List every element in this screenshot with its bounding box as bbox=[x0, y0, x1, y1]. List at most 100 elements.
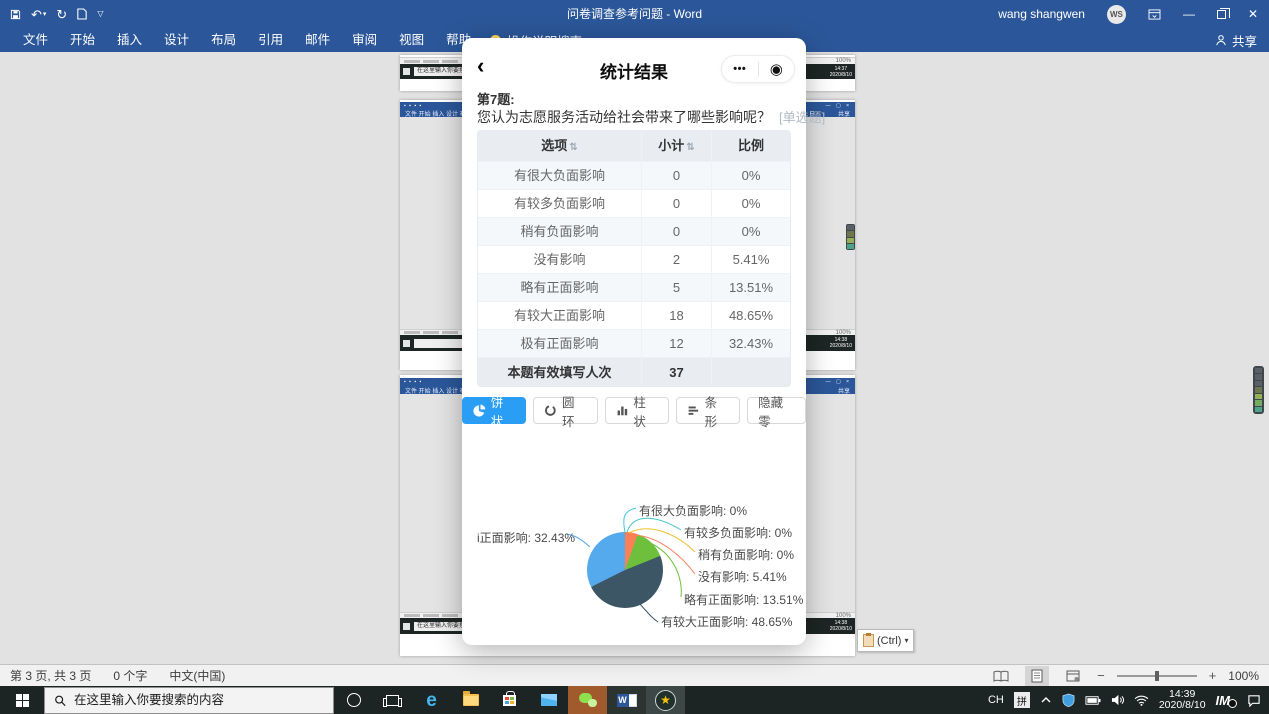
word-icon: W bbox=[616, 693, 637, 707]
cortana-button[interactable] bbox=[334, 686, 373, 714]
tab-layout[interactable]: 布局 bbox=[200, 28, 247, 52]
tab-file[interactable]: 文件 bbox=[12, 28, 59, 52]
close-miniprogram-icon[interactable]: ◉ bbox=[759, 60, 795, 78]
table-row: 略有正面影响 5 13.51% bbox=[478, 273, 790, 301]
donut-chart-button[interactable]: 圆环 bbox=[533, 396, 598, 429]
clock-time: 14:39 bbox=[1169, 687, 1196, 700]
person-icon bbox=[1216, 35, 1226, 46]
zoom-in-button[interactable]: + bbox=[1209, 668, 1217, 683]
tab-mailings[interactable]: 邮件 bbox=[294, 28, 341, 52]
results-table: 选项 ⇅ 小计 ⇅ 比例 有很大负面影响 0 0% 有较多负面影响 0 0% 稍有负面影响 0… bbox=[477, 130, 791, 387]
bar-icon bbox=[688, 406, 698, 415]
word-button[interactable]: W bbox=[607, 686, 646, 714]
caret-down-icon: ▾ bbox=[904, 636, 909, 645]
pie-label: 有很大负面影响: 0% bbox=[639, 504, 748, 518]
zoom-out-button[interactable]: − bbox=[1097, 668, 1105, 683]
tab-view[interactable]: 视图 bbox=[388, 28, 435, 52]
taskbar-clock[interactable]: 14:39 2020/8/10 bbox=[1158, 687, 1206, 712]
paste-options-button[interactable]: (Ctrl) ▾ bbox=[857, 629, 915, 652]
bar-chart-button[interactable]: 条形 bbox=[675, 396, 741, 429]
mini-start-icon bbox=[403, 622, 410, 630]
print-layout-icon[interactable] bbox=[1025, 665, 1050, 686]
table-header-row: 选项 ⇅ 小计 ⇅ 比例 bbox=[478, 131, 790, 161]
action-center-icon[interactable] bbox=[1247, 694, 1261, 707]
security-shield-icon[interactable] bbox=[1062, 693, 1075, 707]
desktop-screen: ↶ ▾ ↻ ▽ 问卷调查参考问题 - Word wang shangwen WS … bbox=[0, 0, 1269, 714]
sort-icon[interactable]: ⇅ bbox=[569, 142, 577, 153]
word-count[interactable]: 0 个字 bbox=[113, 667, 147, 684]
wechat-icon bbox=[578, 693, 597, 707]
sort-icon[interactable]: ⇅ bbox=[686, 142, 694, 153]
pie-label: 有较大正面影响: 48.65% bbox=[661, 615, 793, 629]
ribbon-display-options-icon[interactable] bbox=[1137, 0, 1172, 28]
pie-label: 略有正面影响: 13.51% bbox=[684, 593, 804, 607]
pie-icon bbox=[473, 404, 486, 417]
mini-start-icon bbox=[403, 68, 410, 75]
taskbar-search[interactable] bbox=[44, 686, 334, 714]
donut-icon bbox=[545, 405, 556, 416]
language-status[interactable]: 中文(中国) bbox=[169, 667, 225, 684]
zoom-percentage[interactable]: 100% bbox=[1228, 669, 1259, 683]
speaker-icon[interactable] bbox=[1111, 694, 1124, 706]
green-status-widget bbox=[1253, 366, 1264, 414]
edge-button[interactable]: e bbox=[412, 686, 451, 714]
tab-insert[interactable]: 插入 bbox=[106, 28, 153, 52]
tab-references[interactable]: 引用 bbox=[247, 28, 294, 52]
store-button[interactable] bbox=[490, 686, 529, 714]
ime-logo-icon[interactable]: IM bbox=[1216, 693, 1237, 708]
web-layout-icon[interactable] bbox=[1061, 666, 1085, 686]
wifi-icon[interactable] bbox=[1134, 695, 1149, 706]
pie-label: 没有影响: 5.41% bbox=[698, 570, 787, 584]
cortana-icon bbox=[346, 693, 361, 707]
mail-envelope-icon bbox=[540, 694, 557, 706]
hide-zero-button[interactable]: 隐藏零 bbox=[747, 396, 806, 429]
hidden-icons-chevron-icon[interactable] bbox=[1040, 695, 1052, 705]
table-row: 有很大负面影响 0 0% bbox=[478, 161, 790, 189]
wechat-button[interactable] bbox=[568, 686, 607, 714]
windows-logo-icon bbox=[15, 693, 29, 707]
column-icon bbox=[617, 406, 627, 416]
pie-chart-area: 有很大负面影响: 0% 有较多负面影响: 0% 稍有负面影响: 0% 没有影响:… bbox=[462, 485, 806, 637]
read-mode-icon[interactable] bbox=[989, 666, 1013, 686]
close-button[interactable]: ✕ bbox=[1237, 0, 1269, 28]
file-explorer-button[interactable] bbox=[451, 686, 490, 714]
col-count: 小计 bbox=[658, 138, 685, 153]
account-name[interactable]: wang shangwen bbox=[987, 0, 1096, 28]
tab-review[interactable]: 审阅 bbox=[341, 28, 388, 52]
clipboard-icon bbox=[863, 633, 874, 647]
pie-label: 稍有负面影响: 0% bbox=[698, 548, 795, 562]
minimize-button[interactable]: — bbox=[1172, 0, 1206, 28]
star-icon: ★ bbox=[655, 689, 676, 711]
pie-chart-button[interactable]: 饼状 bbox=[462, 396, 527, 429]
star-app-button[interactable]: ★ bbox=[646, 686, 685, 714]
table-footer-row: 本题有效填写人次 37 bbox=[478, 357, 790, 386]
zoom-slider[interactable] bbox=[1116, 670, 1197, 681]
folder-icon bbox=[462, 691, 479, 706]
col-ratio: 比例 bbox=[711, 131, 790, 161]
page-info[interactable]: 第 3 页, 共 3 页 bbox=[10, 667, 91, 684]
paste-options-label: (Ctrl) bbox=[877, 634, 902, 647]
more-options-icon[interactable]: ••• bbox=[722, 63, 758, 75]
clock-date: 2020/8/10 bbox=[1158, 699, 1206, 711]
search-input[interactable] bbox=[74, 693, 324, 707]
mail-button[interactable] bbox=[529, 686, 568, 714]
windows-taskbar: e W ★ CH 拼 14:39 2020/8/10 IM bbox=[0, 686, 1269, 714]
task-view-button[interactable] bbox=[373, 686, 412, 714]
column-chart-button[interactable]: 柱状 bbox=[604, 396, 669, 429]
question-type-tag: [单选题] bbox=[779, 110, 826, 125]
ime-pinyin-indicator[interactable]: 拼 bbox=[1013, 692, 1030, 708]
pie-label: 有较多负面影响: 0% bbox=[684, 526, 793, 540]
language-indicator[interactable]: CH bbox=[988, 694, 1004, 706]
table-row: 有较大正面影响 18 48.65% bbox=[478, 301, 790, 329]
restore-button[interactable] bbox=[1206, 0, 1237, 28]
table-row: 没有影响 2 5.41% bbox=[478, 245, 790, 273]
start-button[interactable] bbox=[0, 686, 44, 714]
tab-home[interactable]: 开始 bbox=[59, 28, 106, 52]
avatar[interactable]: WS bbox=[1106, 4, 1126, 24]
battery-icon[interactable] bbox=[1085, 695, 1101, 706]
task-view-icon bbox=[383, 694, 402, 707]
share-button[interactable]: 共享 bbox=[1215, 28, 1257, 52]
table-row: 稍有负面影响 0 0% bbox=[478, 217, 790, 245]
tab-design[interactable]: 设计 bbox=[153, 28, 200, 52]
zoom-slider-thumb[interactable] bbox=[1154, 670, 1159, 681]
